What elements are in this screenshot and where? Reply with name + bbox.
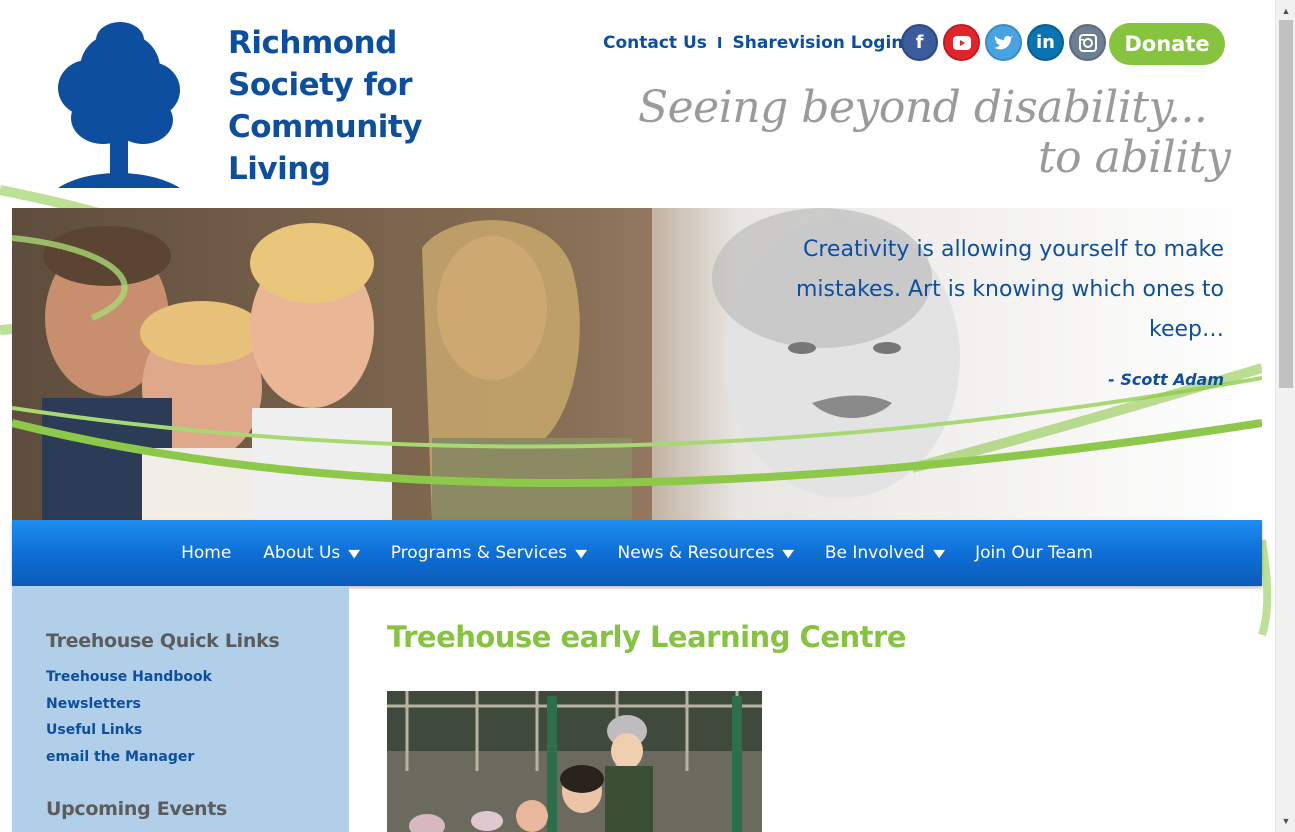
chevron-down-icon: ▼ [348,546,361,560]
org-name-line: Community [228,109,422,145]
chevron-down-icon: ▼ [932,546,945,560]
nav-item-programs-services[interactable]: Programs & Services ▼ [375,543,602,563]
top-links: Contact Us I Sharevision Login I [603,30,929,56]
org-name[interactable]: Richmond Society for Community Living [228,22,448,190]
nav-item-join-our-team[interactable]: Join Our Team [959,543,1109,563]
sidebar-link-newsletters[interactable]: Newsletters [46,695,212,722]
donate-button[interactable]: Donate [1109,23,1225,65]
nav-item-news-resources[interactable]: News & Resources ▼ [602,543,809,563]
hero-quote-author: - Scott Adam [1108,370,1224,389]
nav-item-label: Be Involved [824,543,925,563]
social-icons: f in [901,24,1106,61]
org-name-line: Living [228,151,331,187]
instagram-icon[interactable] [1069,24,1106,61]
sidebar: Treehouse Quick Links Treehouse Handbook… [12,586,349,832]
linkedin-icon[interactable]: in [1027,24,1064,61]
sidebar-link-treehouse-handbook[interactable]: Treehouse Handbook [46,668,212,695]
scroll-up-icon[interactable]: ▲ [1276,2,1295,20]
org-name-line: Richmond [228,25,397,61]
scroll-down-icon[interactable]: ▼ [1276,812,1295,830]
chevron-down-icon: ▼ [782,546,795,560]
hero-quote: Creativity is allowing yourself to make … [795,237,1224,342]
sharevision-login-link[interactable]: Sharevision Login [733,33,904,53]
logo-tree-icon [58,22,180,188]
nav-item-label: About Us [263,543,341,563]
sidebar-link-useful-links[interactable]: Useful Links [46,721,212,748]
quick-links-title: Treehouse Quick Links [46,630,280,652]
quick-links-list: Treehouse Handbook Newsletters Useful Li… [46,668,212,774]
upcoming-events-title: Upcoming Events [46,798,228,820]
contact-us-link[interactable]: Contact Us [603,33,707,53]
nav-item-label: Join Our Team [975,543,1093,563]
link-separator: I [716,34,723,52]
page: Richmond Society for Community Living Co… [0,0,1275,832]
nav-item-about-us[interactable]: About Us ▼ [247,543,374,563]
facebook-icon[interactable]: f [901,24,938,61]
nav-item-home[interactable]: Home [165,543,247,563]
nav-item-label: News & Resources [617,543,775,563]
main-nav: Home About Us ▼ Programs & Services ▼ Ne… [12,520,1262,586]
nav-item-be-involved[interactable]: Be Involved ▼ [809,543,959,563]
vertical-scrollbar[interactable]: ▲ ▼ [1275,0,1295,832]
org-name-line: Society for [228,67,413,103]
tagline-line1: Seeing beyond disability... [638,82,1208,133]
tagline-line2: to ability [1038,132,1231,183]
youtube-icon[interactable] [943,24,980,61]
nav-item-label: Programs & Services [390,543,568,563]
hero-banner: Creativity is allowing yourself to make … [12,208,1262,520]
scrollbar-thumb[interactable] [1279,20,1293,388]
nav-item-label: Home [181,543,232,563]
chevron-down-icon: ▼ [575,546,588,560]
sidebar-link-email-manager[interactable]: email the Manager [46,748,212,775]
twitter-icon[interactable] [985,24,1022,61]
treehouse-photo [387,691,762,832]
page-title: Treehouse early Learning Centre [387,620,907,654]
